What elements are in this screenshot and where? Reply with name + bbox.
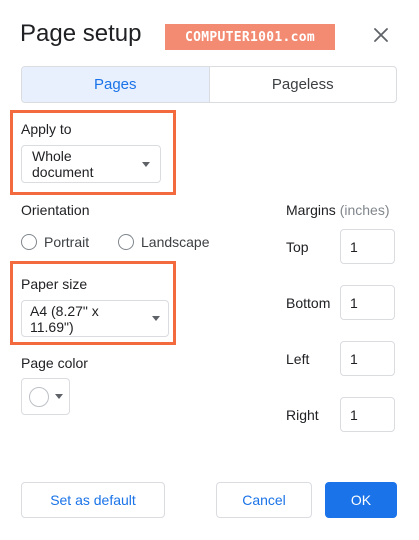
tab-pageless[interactable]: Pageless xyxy=(210,67,397,102)
paper-size-value: A4 (8.27" x 11.69") xyxy=(30,302,99,335)
ok-button[interactable]: OK xyxy=(325,482,397,518)
close-button[interactable] xyxy=(368,22,394,48)
margins-unit: (inches) xyxy=(339,202,390,218)
orientation-label: Orientation xyxy=(21,202,90,218)
watermark-logo: COMPUTER1001.com xyxy=(165,24,335,50)
margin-bottom-label: Bottom xyxy=(286,295,331,311)
apply-to-value: Whole document xyxy=(32,148,94,180)
caret-down-icon xyxy=(152,316,160,321)
tab-pages[interactable]: Pages xyxy=(22,67,210,102)
page-color-label: Page color xyxy=(21,355,88,371)
caret-down-icon xyxy=(55,394,63,399)
margin-right-input[interactable]: 1 xyxy=(340,397,395,432)
margins-label: Margins xyxy=(286,202,336,218)
margin-top-label: Top xyxy=(286,239,309,255)
margin-left-input[interactable]: 1 xyxy=(340,341,395,376)
paper-size-label: Paper size xyxy=(21,276,88,292)
margins-heading: Margins (inches) xyxy=(286,202,389,218)
close-icon xyxy=(374,28,388,42)
paper-size-dropdown[interactable]: A4 (8.27" x 11.69") xyxy=(21,300,169,337)
portrait-label[interactable]: Portrait xyxy=(44,234,89,250)
landscape-radio[interactable] xyxy=(118,234,134,250)
page-color-picker[interactable] xyxy=(21,378,70,415)
caret-down-icon xyxy=(142,161,150,167)
margin-top-input[interactable]: 1 xyxy=(340,229,395,264)
set-as-default-button[interactable]: Set as default xyxy=(21,482,165,518)
color-swatch xyxy=(29,386,49,407)
margin-bottom-input[interactable]: 1 xyxy=(340,285,395,320)
layout-tabs: Pages Pageless xyxy=(21,66,397,103)
apply-to-label: Apply to xyxy=(21,121,72,137)
cancel-button[interactable]: Cancel xyxy=(216,482,312,518)
apply-to-dropdown[interactable]: Whole document xyxy=(21,145,161,183)
landscape-label[interactable]: Landscape xyxy=(141,234,210,250)
dialog-title: Page setup xyxy=(20,20,142,47)
margin-left-label: Left xyxy=(286,351,310,367)
margin-right-label: Right xyxy=(286,407,319,423)
portrait-radio[interactable] xyxy=(21,234,37,250)
